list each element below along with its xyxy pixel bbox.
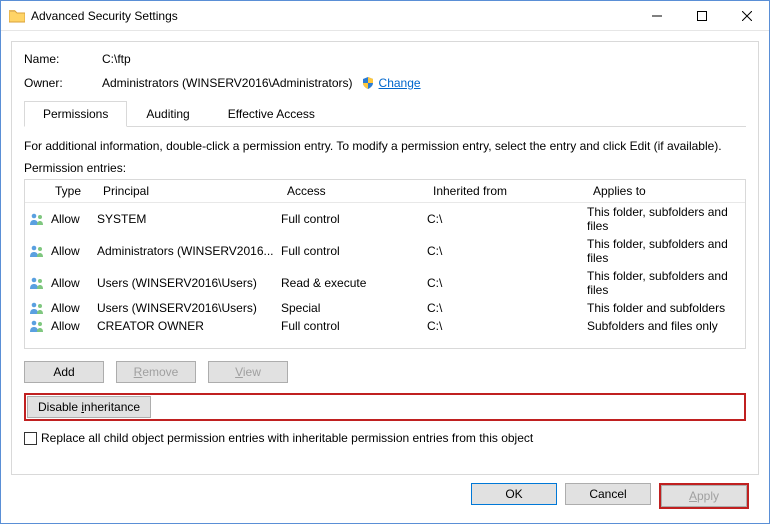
window-title: Advanced Security Settings (31, 9, 634, 23)
apply-highlight: Apply (659, 483, 749, 509)
cell-access: Special (281, 301, 427, 315)
cell-principal: SYSTEM (97, 212, 281, 226)
name-row: Name: C:\ftp (24, 52, 746, 66)
owner-label: Owner: (24, 76, 102, 90)
name-value: C:\ftp (102, 52, 131, 66)
cell-applies: This folder, subfolders and files (587, 237, 745, 265)
disable-inheritance-button[interactable]: Disable inheritance (27, 396, 151, 418)
tab-effective-access[interactable]: Effective Access (209, 101, 334, 127)
cell-principal: CREATOR OWNER (97, 319, 281, 333)
table-row[interactable]: AllowAdministrators (WINSERV2016...Full … (25, 235, 745, 267)
name-label: Name: (24, 52, 102, 66)
replace-checkbox-row: Replace all child object permission entr… (24, 431, 746, 445)
col-icon-spacer (25, 180, 49, 202)
cell-applies: This folder and subfolders (587, 301, 745, 315)
cell-inherited: C:\ (427, 276, 587, 290)
cell-inherited: C:\ (427, 301, 587, 315)
table-row[interactable]: AllowSYSTEMFull controlC:\This folder, s… (25, 203, 745, 235)
shield-icon (361, 76, 375, 90)
cell-access: Full control (281, 319, 427, 333)
hint-text: For additional information, double-click… (24, 139, 746, 153)
window-controls (634, 1, 769, 30)
col-inherited[interactable]: Inherited from (427, 180, 587, 202)
grid-header: Type Principal Access Inherited from App… (25, 180, 745, 203)
inner-panel: Name: C:\ftp Owner: Administrators (WINS… (11, 41, 759, 475)
table-row[interactable]: AllowCREATOR OWNERFull controlC:\Subfold… (25, 317, 745, 335)
cell-principal: Administrators (WINSERV2016... (97, 244, 281, 258)
cell-applies: This folder, subfolders and files (587, 205, 745, 233)
disable-inheritance-label: Disable inheritance (38, 400, 140, 414)
tab-permissions[interactable]: Permissions (24, 101, 127, 127)
view-button: View (208, 361, 288, 383)
apply-button: Apply (661, 485, 747, 507)
cell-inherited: C:\ (427, 212, 587, 226)
owner-row: Owner: Administrators (WINSERV2016\Admin… (24, 76, 746, 90)
principal-icon (25, 276, 49, 290)
cell-access: Full control (281, 212, 427, 226)
cell-inherited: C:\ (427, 319, 587, 333)
principal-icon (25, 301, 49, 315)
remove-button-label: Remove (134, 365, 179, 379)
cell-type: Allow (49, 276, 97, 290)
add-button-label: Add (53, 365, 74, 379)
col-applies[interactable]: Applies to (587, 180, 745, 202)
content: Name: C:\ftp Owner: Administrators (WINS… (1, 31, 769, 523)
grid-buttons: Add Remove View (24, 361, 746, 383)
cell-applies: This folder, subfolders and files (587, 269, 745, 297)
cell-access: Read & execute (281, 276, 427, 290)
permission-grid: Type Principal Access Inherited from App… (24, 179, 746, 349)
cell-principal: Users (WINSERV2016\Users) (97, 301, 281, 315)
cell-applies: Subfolders and files only (587, 319, 745, 333)
maximize-button[interactable] (679, 1, 724, 30)
principal-icon (25, 212, 49, 226)
view-button-label: View (235, 365, 261, 379)
cell-inherited: C:\ (427, 244, 587, 258)
col-type[interactable]: Type (49, 180, 97, 202)
ok-button[interactable]: OK (471, 483, 557, 505)
principal-icon (25, 319, 49, 333)
close-button[interactable] (724, 1, 769, 30)
folder-icon (9, 9, 25, 23)
replace-checkbox-label: Replace all child object permission entr… (41, 431, 533, 445)
cancel-button[interactable]: Cancel (565, 483, 651, 505)
titlebar: Advanced Security Settings (1, 1, 769, 31)
add-button[interactable]: Add (24, 361, 104, 383)
cell-access: Full control (281, 244, 427, 258)
table-row[interactable]: AllowUsers (WINSERV2016\Users)SpecialC:\… (25, 299, 745, 317)
cell-principal: Users (WINSERV2016\Users) (97, 276, 281, 290)
tab-auditing[interactable]: Auditing (127, 101, 208, 127)
cell-type: Allow (49, 319, 97, 333)
remove-button: Remove (116, 361, 196, 383)
cell-type: Allow (49, 212, 97, 226)
disable-inheritance-highlight: Disable inheritance (24, 393, 746, 421)
cell-type: Allow (49, 301, 97, 315)
cell-type: Allow (49, 244, 97, 258)
owner-value: Administrators (WINSERV2016\Administrato… (102, 76, 353, 90)
grid-body: AllowSYSTEMFull controlC:\This folder, s… (25, 203, 745, 335)
entries-label: Permission entries: (24, 161, 746, 175)
apply-button-label: Apply (689, 489, 719, 503)
dialog-footer: OK Cancel Apply (11, 475, 759, 517)
tabs: Permissions Auditing Effective Access (24, 100, 746, 127)
principal-icon (25, 244, 49, 258)
col-access[interactable]: Access (281, 180, 427, 202)
change-owner-link[interactable]: Change (379, 76, 421, 90)
table-row[interactable]: AllowUsers (WINSERV2016\Users)Read & exe… (25, 267, 745, 299)
window: Advanced Security Settings Name: C:\ftp … (0, 0, 770, 524)
col-principal[interactable]: Principal (97, 180, 281, 202)
minimize-button[interactable] (634, 1, 679, 30)
replace-checkbox[interactable] (24, 432, 37, 445)
